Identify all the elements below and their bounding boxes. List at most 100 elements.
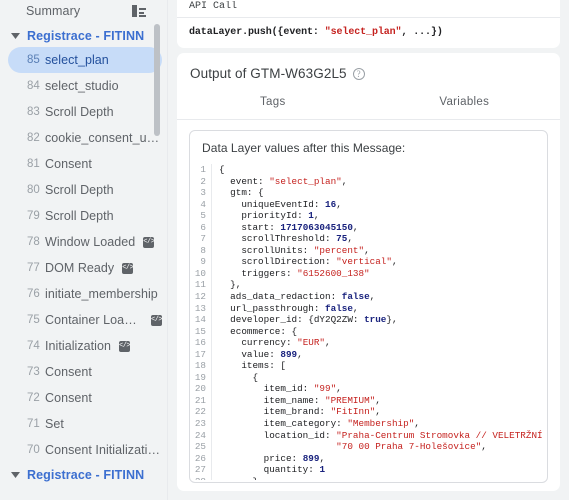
- code-line: item_id: "99",: [219, 383, 342, 395]
- code-line: item_brand: "FitInn",: [219, 406, 381, 418]
- code-line: item_name: "PREMIUM",: [219, 394, 381, 406]
- code-line-number: 1: [200, 164, 206, 175]
- event-number: 76: [27, 288, 40, 300]
- code-badge-icon: </>: [122, 262, 134, 274]
- event-number: 75: [27, 314, 40, 326]
- code-line: {: [219, 164, 225, 175]
- code-line: items: [: [219, 360, 286, 372]
- help-circle-icon[interactable]: ?: [352, 67, 365, 80]
- sidebar-item-cookie-consent-update[interactable]: 82 cookie_consent_update: [8, 125, 162, 151]
- sidebar-item-consent-72[interactable]: 72 Consent: [8, 385, 162, 411]
- code-line-number: 3: [200, 187, 206, 199]
- sidebar-item-select-studio[interactable]: 84 select_studio: [8, 73, 162, 99]
- code-line-number: 25: [194, 441, 206, 453]
- sidebar-item-select-plan[interactable]: 85 select_plan: [8, 47, 162, 73]
- event-number: 80: [27, 184, 40, 196]
- code-line-number: 27: [194, 464, 206, 476]
- code-line: currency: "EUR",: [219, 337, 331, 349]
- code-line-number: 4: [200, 198, 206, 210]
- datalayer-push-line: dataLayer.push({event: "select_plan", ..…: [177, 18, 560, 48]
- event-number: 83: [27, 106, 40, 118]
- sidebar-group-title: Registrace - FITINN: [27, 28, 145, 43]
- event-name: Consent: [45, 391, 92, 405]
- sidebar-item-consent-81[interactable]: 81 Consent: [8, 151, 162, 177]
- sidebar-item-container-loaded[interactable]: 75 Container Loaded </>: [8, 307, 163, 333]
- event-number: 85: [27, 54, 40, 66]
- code-line-number: 20: [194, 383, 206, 395]
- code-line-number: 22: [194, 406, 206, 418]
- event-name: DOM Ready: [45, 261, 115, 275]
- code-line: location_id: "Praha-Centrum Stromovka //…: [219, 429, 543, 441]
- code-viewer[interactable]: 1 2 3 4 5 6 7 8 9 10 11 12 13 14 15 16 17 18 19 20 21 22 23 24 2…: [190, 164, 547, 480]
- event-number: 79: [27, 210, 40, 222]
- event-number: 84: [27, 80, 40, 92]
- code-line-number: 13: [194, 302, 206, 314]
- event-number: 78: [27, 236, 40, 248]
- code-line: triggers: "6152600_138": [219, 267, 370, 279]
- event-number: 74: [27, 340, 40, 352]
- event-name: Consent: [45, 365, 92, 379]
- data-layer-panel: Data Layer values after this Message: 12…: [189, 130, 548, 483]
- tab-tags[interactable]: Tags: [177, 92, 369, 120]
- code-line-number: 6: [200, 221, 206, 233]
- chevron-down-icon: [7, 32, 23, 39]
- code-line-number: 14: [194, 314, 206, 326]
- event-number: 82: [27, 132, 40, 144]
- code-line-number: 11: [194, 279, 206, 291]
- event-number: 77: [27, 262, 40, 274]
- code-badge-icon: </>: [143, 236, 155, 248]
- summary-label: Summary: [26, 4, 81, 18]
- sidebar-item-consent-initialization[interactable]: 70 Consent Initialization ...: [8, 437, 162, 463]
- sidebar-item-consent-73[interactable]: 73 Consent: [8, 359, 162, 385]
- code-line-number: 7: [200, 233, 206, 245]
- sidebar-item-scroll-depth-80[interactable]: 80 Scroll Depth: [8, 177, 162, 203]
- sidebar-item-scroll-depth-79[interactable]: 79 Scroll Depth: [8, 203, 162, 229]
- event-name: Scroll Depth: [45, 183, 114, 197]
- code-line-number: 26: [194, 452, 206, 464]
- code-line: scrollDirection: "vertical",: [219, 256, 398, 268]
- code-line-number: 24: [194, 429, 206, 441]
- sidebar-item-set[interactable]: 71 Set: [8, 411, 162, 437]
- code-line: url_passthrough: false,: [219, 302, 359, 314]
- code-line: value: 899,: [219, 348, 303, 360]
- sidebar-item-initiate-membership[interactable]: 76 initiate_membership: [8, 281, 162, 307]
- event-name: Scroll Depth: [45, 105, 114, 119]
- event-number: 72: [27, 392, 40, 404]
- code-line: scrollThreshold: 75,: [219, 233, 353, 245]
- event-list: Registrace - FITINN 85 select_plan 84 se…: [0, 22, 168, 500]
- code-content: { event: "select_plan", gtm: { uniqueEve…: [212, 164, 547, 480]
- event-sidebar: Summary Registrace - FITINN 85 select_pl…: [0, 0, 168, 500]
- code-line-number: 23: [194, 418, 206, 430]
- push-event-name: "select_plan": [324, 27, 402, 38]
- code-line: developer_id: {dY2Q2ZW: true},: [219, 314, 398, 326]
- code-line: },: [219, 279, 242, 291]
- output-tabs: Tags Variables: [177, 92, 560, 120]
- code-line: ecommerce: {: [219, 325, 298, 337]
- summary-row[interactable]: Summary: [0, 0, 168, 22]
- sidebar-item-window-loaded[interactable]: 78 Window Loaded </>: [8, 229, 162, 255]
- code-line-number: 19: [194, 371, 206, 383]
- code-line: start: 1717063045150,: [219, 221, 359, 233]
- event-number: 70: [27, 444, 40, 456]
- code-line: }: [219, 476, 547, 480]
- main-panel: API Call dataLayer.push({event: "select_…: [168, 0, 569, 500]
- code-line-number: 9: [200, 256, 206, 268]
- sidebar-item-dom-ready[interactable]: 77 DOM Ready </>: [8, 255, 162, 281]
- code-line-number: 10: [194, 267, 206, 279]
- code-line-number: 2: [200, 175, 206, 187]
- code-line-number: 12: [194, 291, 206, 303]
- event-name: Initialization: [45, 339, 112, 353]
- event-name: Consent Initialization ...: [45, 443, 162, 457]
- code-line-number: 17: [194, 348, 206, 360]
- code-line: scrollUnits: "percent",: [219, 244, 370, 256]
- sidebar-item-scroll-depth-83[interactable]: 83 Scroll Depth: [8, 99, 162, 125]
- tab-variables[interactable]: Variables: [369, 92, 561, 120]
- sidebar-scrollbar-thumb[interactable]: [154, 24, 160, 136]
- summary-bars-icon: [132, 5, 146, 17]
- output-header: Output of GTM-W63G2L5 ?: [177, 53, 560, 92]
- code-line: {: [219, 371, 259, 383]
- sidebar-item-initialization[interactable]: 74 Initialization </>: [8, 333, 162, 359]
- sidebar-group-header-1[interactable]: Registrace - FITINN: [0, 24, 168, 47]
- event-name: Set: [45, 417, 64, 431]
- sidebar-group-header-2[interactable]: Registrace - FITINN: [0, 463, 168, 486]
